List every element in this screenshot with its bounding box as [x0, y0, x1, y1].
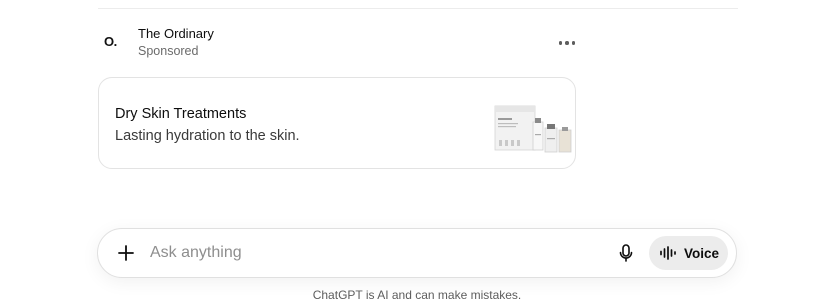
sponsored-label: Sponsored	[138, 44, 199, 58]
more-dot	[565, 41, 569, 45]
disclaimer-text: ChatGPT is AI and can make mistakes.	[312, 288, 522, 302]
sponsor-header: O. The Ordinary Sponsored	[98, 24, 580, 64]
ad-title: Dry Skin Treatments	[115, 106, 247, 122]
product-image	[494, 105, 572, 153]
voice-button[interactable]: Voice	[649, 236, 728, 270]
voice-waveform-icon	[660, 246, 676, 260]
voice-label: Voice	[684, 245, 720, 261]
top-divider	[98, 8, 738, 9]
more-dot	[558, 41, 563, 45]
more-options-button[interactable]	[554, 32, 580, 54]
microphone-icon[interactable]	[614, 241, 638, 265]
chat-composer: Voice	[97, 228, 737, 278]
sponsor-name[interactable]: The Ordinary	[138, 26, 214, 41]
ad-card[interactable]: Dry Skin Treatments Lasting hydration to…	[98, 77, 576, 169]
more-dot	[571, 41, 576, 45]
plus-icon[interactable]	[114, 241, 138, 265]
ad-description: Lasting hydration to the skin.	[115, 128, 300, 144]
chat-input[interactable]	[150, 242, 550, 264]
sponsor-logo[interactable]: O.	[104, 33, 122, 51]
